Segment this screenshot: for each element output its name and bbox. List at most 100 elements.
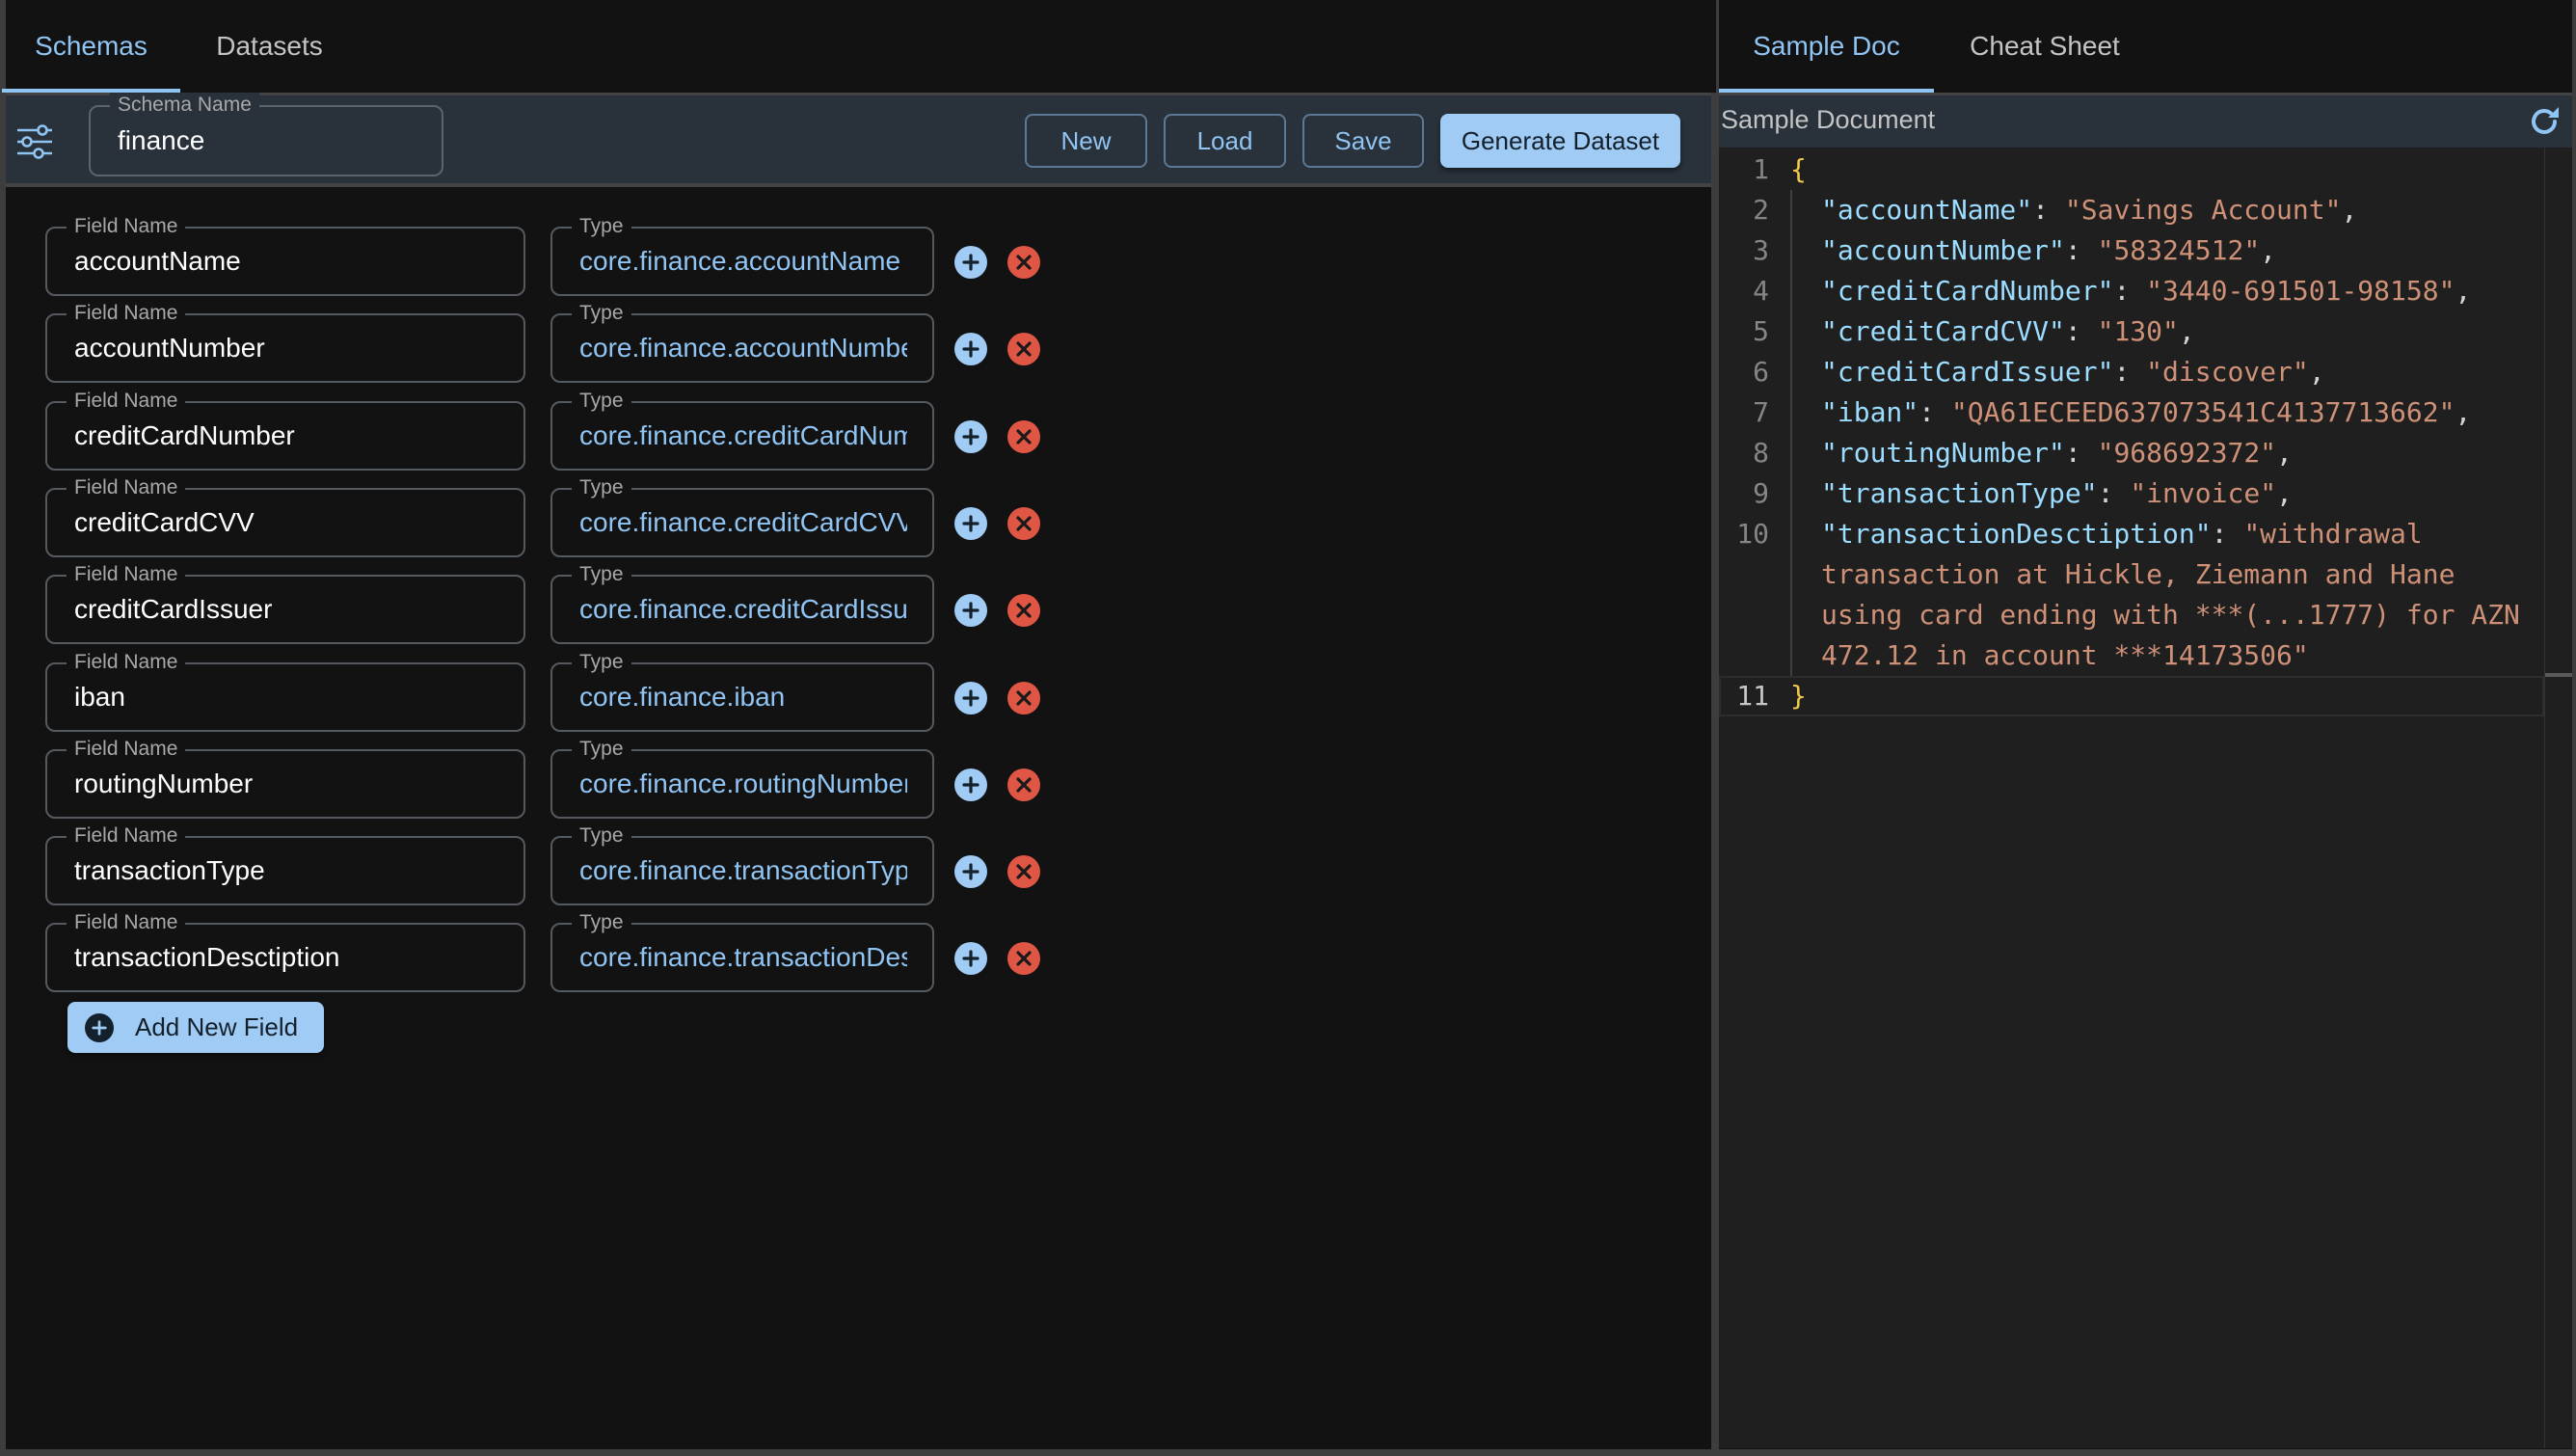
delete-field-icon[interactable] <box>1007 855 1040 889</box>
field-name-field[interactable]: Field Name <box>45 214 525 296</box>
field-name-field[interactable]: Field Name <box>45 562 525 645</box>
new-button[interactable]: New <box>1025 114 1147 168</box>
field-name-field[interactable]: Field Name <box>45 474 525 557</box>
field-name-field[interactable]: Field Name <box>45 388 525 471</box>
refresh-icon[interactable] <box>2527 104 2562 139</box>
code-text: "transactionType": "invoice", <box>1769 473 2544 514</box>
schema-name-input[interactable] <box>118 125 422 156</box>
field-type-field[interactable]: Type <box>550 736 934 819</box>
field-name-input[interactable] <box>74 768 504 799</box>
field-type-input[interactable] <box>579 594 907 626</box>
delete-field-icon[interactable] <box>1007 333 1040 366</box>
json-key: accountName <box>1837 194 2017 226</box>
field-type-field[interactable]: Type <box>550 910 934 993</box>
field-type-field[interactable]: Type <box>550 474 934 557</box>
add-field-below-icon[interactable] <box>954 419 987 453</box>
code-line: 9 "transactionType": "invoice", <box>1719 473 2544 514</box>
field-row: Field Name Type <box>0 823 1060 906</box>
tab-schemas[interactable]: Schemas <box>2 0 180 93</box>
field-type-label: Type <box>572 910 631 936</box>
sliders-icon[interactable] <box>15 124 54 159</box>
add-field-below-icon[interactable] <box>954 246 987 279</box>
field-type-field[interactable]: Type <box>550 562 934 645</box>
field-type-input[interactable] <box>579 681 907 713</box>
add-new-field-button[interactable]: Add New Field <box>67 1002 324 1053</box>
field-name-label: Field Name <box>67 736 186 762</box>
panel-resize-handle[interactable] <box>1711 0 1719 1451</box>
field-type-field[interactable]: Type <box>550 388 934 471</box>
schema-name-field[interactable]: Schema Name <box>89 93 443 176</box>
field-name-label: Field Name <box>67 649 186 675</box>
delete-field-icon[interactable] <box>1007 246 1040 279</box>
code-line: 5 "creditCardCVV": "130", <box>1719 311 2544 352</box>
field-type-label: Type <box>572 214 631 239</box>
field-name-input[interactable] <box>74 594 504 626</box>
sample-document-header: Sample Document <box>1719 93 2572 148</box>
tab-cheat-sheet[interactable]: Cheat Sheet <box>1934 0 2156 93</box>
code-line: 11} <box>1719 676 2544 716</box>
field-type-field[interactable]: Type <box>550 214 934 296</box>
delete-field-icon[interactable] <box>1007 594 1040 628</box>
editor-scrollbar[interactable] <box>2544 148 2572 1448</box>
sample-document-editor[interactable]: 1{2 "accountName": "Savings Account", 3 "ac… <box>1719 148 2572 1448</box>
line-number: 3 <box>1753 234 1769 266</box>
field-name-input[interactable] <box>74 855 504 887</box>
window-right-border <box>2572 0 2576 1456</box>
add-field-below-icon[interactable] <box>954 768 987 801</box>
field-type-input[interactable] <box>579 855 907 887</box>
json-key: transactionType <box>1837 477 2081 509</box>
add-field-below-icon[interactable] <box>954 506 987 540</box>
tab-datasets[interactable]: Datasets <box>180 0 359 93</box>
line-number: 7 <box>1753 396 1769 428</box>
field-type-input[interactable] <box>579 506 907 538</box>
scrollbar-thumb[interactable] <box>2545 673 2572 677</box>
field-name-field[interactable]: Field Name <box>45 649 525 732</box>
field-name-input[interactable] <box>74 506 504 538</box>
code-line: 2 "accountName": "Savings Account", <box>1719 190 2544 230</box>
json-value: Savings Account <box>2080 194 2325 226</box>
field-type-input[interactable] <box>579 246 907 277</box>
field-type-input[interactable] <box>579 419 907 451</box>
json-value: 3440-691501-98158 <box>2162 275 2439 307</box>
line-number: 9 <box>1753 477 1769 509</box>
json-value: discover <box>2162 356 2293 388</box>
field-name-field[interactable]: Field Name <box>45 301 525 384</box>
field-name-field[interactable]: Field Name <box>45 736 525 819</box>
save-button[interactable]: Save <box>1302 114 1424 168</box>
field-name-input[interactable] <box>74 681 504 713</box>
field-name-input[interactable] <box>74 333 504 364</box>
field-name-label: Field Name <box>67 823 186 849</box>
delete-field-icon[interactable] <box>1007 419 1040 453</box>
add-field-below-icon[interactable] <box>954 681 987 715</box>
field-type-field[interactable]: Type <box>550 649 934 732</box>
field-name-field[interactable]: Field Name <box>45 823 525 906</box>
add-field-below-icon[interactable] <box>954 333 987 366</box>
field-name-input[interactable] <box>74 942 504 974</box>
delete-field-icon[interactable] <box>1007 681 1040 715</box>
field-type-field[interactable]: Type <box>550 823 934 906</box>
add-field-below-icon[interactable] <box>954 855 987 889</box>
json-key: creditCardCVV <box>1837 315 2050 347</box>
delete-field-icon[interactable] <box>1007 506 1040 540</box>
field-type-input[interactable] <box>579 942 907 974</box>
add-field-below-icon[interactable] <box>954 594 987 628</box>
line-number: 10 <box>1736 518 1769 550</box>
line-number: 11 <box>1736 680 1769 712</box>
field-name-field[interactable]: Field Name <box>45 910 525 993</box>
delete-field-icon[interactable] <box>1007 768 1040 801</box>
field-name-input[interactable] <box>74 419 504 451</box>
field-type-input[interactable] <box>579 768 907 799</box>
field-type-label: Type <box>572 562 631 588</box>
code-text: "routingNumber": "968692372", <box>1769 433 2544 473</box>
line-number: 6 <box>1753 356 1769 388</box>
delete-field-icon[interactable] <box>1007 942 1040 976</box>
generate-dataset-button[interactable]: Generate Dataset <box>1440 114 1680 168</box>
close-brace: } <box>1790 680 1807 712</box>
add-field-below-icon[interactable] <box>954 942 987 976</box>
tab-sample-doc[interactable]: Sample Doc <box>1719 0 1934 93</box>
field-type-label: Type <box>572 823 631 849</box>
field-name-input[interactable] <box>74 246 504 277</box>
field-type-input[interactable] <box>579 333 907 364</box>
field-type-field[interactable]: Type <box>550 301 934 384</box>
load-button[interactable]: Load <box>1164 114 1286 168</box>
